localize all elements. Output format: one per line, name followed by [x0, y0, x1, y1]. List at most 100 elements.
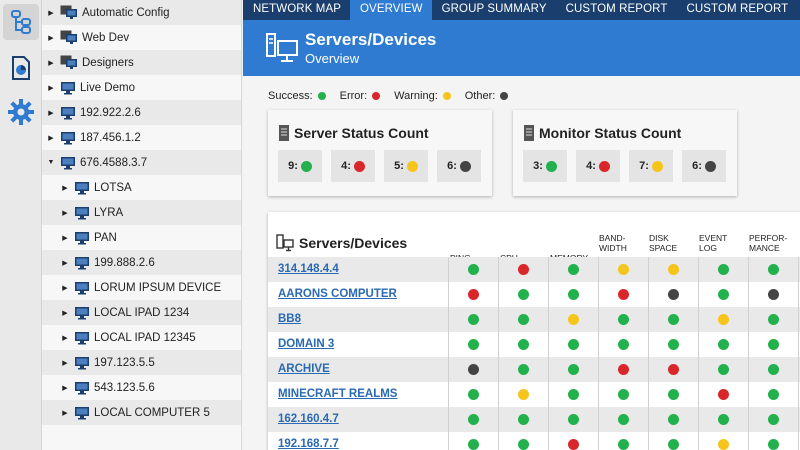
success-count-cell[interactable]: 3: — [523, 150, 567, 182]
tree-item[interactable]: ▶ 192.922.2.6 — [42, 100, 241, 125]
column-header[interactable]: EVENT LOG — [699, 233, 727, 253]
status-dot-icon[interactable] — [618, 389, 629, 400]
device-link[interactable]: MINECRAFT REALMS — [278, 388, 397, 400]
status-dot-icon[interactable] — [568, 389, 579, 400]
status-dot-icon[interactable] — [518, 289, 529, 300]
caret-right-icon[interactable]: ▶ — [46, 134, 56, 142]
other-count-cell[interactable]: 6: — [682, 150, 726, 182]
status-dot-icon[interactable] — [468, 289, 479, 300]
status-dot-icon[interactable] — [768, 314, 779, 325]
tree-item[interactable]: ▶ LOTSA — [42, 175, 241, 200]
caret-right-icon[interactable]: ▶ — [60, 334, 70, 342]
status-dot-icon[interactable] — [768, 339, 779, 350]
status-dot-icon[interactable] — [718, 414, 729, 425]
other-count-cell[interactable]: 6: — [437, 150, 481, 182]
caret-right-icon[interactable]: ▶ — [46, 84, 56, 92]
caret-right-icon[interactable]: ▶ — [46, 34, 56, 42]
nav-tab[interactable]: NETWORK MAP — [243, 0, 350, 20]
tree-item[interactable]: ▶ LOCAL COMPUTER 5 — [42, 400, 241, 425]
device-link[interactable]: 162.160.4.7 — [278, 413, 339, 425]
caret-right-icon[interactable]: ▶ — [60, 409, 70, 417]
nav-tab[interactable]: OVERVIEW — [350, 0, 432, 20]
tree-item[interactable]: ▶ LYRA — [42, 200, 241, 225]
nav-tab[interactable]: CUSTOM REPORT — [676, 0, 797, 20]
status-dot-icon[interactable] — [618, 439, 629, 450]
caret-right-icon[interactable]: ▶ — [60, 259, 70, 267]
tree-item[interactable]: ▶ 199.888.2.6 — [42, 250, 241, 275]
status-dot-icon[interactable] — [718, 439, 729, 450]
success-count-cell[interactable]: 9: — [278, 150, 322, 182]
caret-right-icon[interactable]: ▶ — [60, 284, 70, 292]
status-dot-icon[interactable] — [568, 364, 579, 375]
tree-item[interactable]: ▶ Automatic Config — [42, 0, 241, 25]
device-link[interactable]: 192.168.7.7 — [278, 438, 339, 450]
status-dot-icon[interactable] — [718, 339, 729, 350]
caret-right-icon[interactable]: ▶ — [60, 384, 70, 392]
caret-right-icon[interactable]: ▶ — [60, 309, 70, 317]
status-dot-icon[interactable] — [618, 314, 629, 325]
status-dot-icon[interactable] — [668, 364, 679, 375]
status-dot-icon[interactable] — [468, 389, 479, 400]
caret-right-icon[interactable]: ▶ — [60, 234, 70, 242]
settings-button[interactable] — [3, 94, 39, 130]
report-button[interactable] — [3, 50, 39, 86]
status-dot-icon[interactable] — [518, 414, 529, 425]
column-header[interactable]: BAND- WIDTH — [599, 233, 627, 253]
status-dot-icon[interactable] — [568, 414, 579, 425]
caret-right-icon[interactable]: ▶ — [46, 59, 56, 67]
caret-right-icon[interactable]: ▶ — [60, 184, 70, 192]
status-dot-icon[interactable] — [468, 314, 479, 325]
tree-item[interactable]: ▶ Live Demo — [42, 75, 241, 100]
warning-count-cell[interactable]: 7: — [629, 150, 673, 182]
warning-count-cell[interactable]: 5: — [384, 150, 428, 182]
status-dot-icon[interactable] — [768, 264, 779, 275]
status-dot-icon[interactable] — [718, 264, 729, 275]
status-dot-icon[interactable] — [768, 414, 779, 425]
status-dot-icon[interactable] — [568, 439, 579, 450]
tree-item[interactable]: ▶ LOCAL IPAD 1234 — [42, 300, 241, 325]
status-dot-icon[interactable] — [518, 339, 529, 350]
status-dot-icon[interactable] — [768, 439, 779, 450]
nav-tab[interactable]: CUSTOM REPORT — [556, 0, 677, 20]
status-dot-icon[interactable] — [618, 264, 629, 275]
status-dot-icon[interactable] — [668, 314, 679, 325]
status-dot-icon[interactable] — [668, 339, 679, 350]
tree-item[interactable]: ▶ LOCAL IPAD 12345 — [42, 325, 241, 350]
tree-item[interactable]: ▶ Designers — [42, 50, 241, 75]
tree-item[interactable]: ▶ 543.123.5.6 — [42, 375, 241, 400]
device-link[interactable]: BB8 — [278, 313, 301, 325]
status-dot-icon[interactable] — [468, 264, 479, 275]
device-link[interactable]: 314.148.4.4 — [278, 263, 339, 275]
caret-right-icon[interactable]: ▶ — [46, 9, 56, 17]
device-link[interactable]: ARCHIVE — [278, 363, 330, 375]
status-dot-icon[interactable] — [618, 364, 629, 375]
column-header[interactable]: DISK SPACE — [649, 233, 677, 253]
tree-view-button[interactable] — [3, 4, 39, 40]
tree-item[interactable]: ▼ 676.4588.3.7 — [42, 150, 241, 175]
error-count-cell[interactable]: 4: — [331, 150, 375, 182]
status-dot-icon[interactable] — [768, 289, 779, 300]
status-dot-icon[interactable] — [768, 364, 779, 375]
status-dot-icon[interactable] — [768, 389, 779, 400]
status-dot-icon[interactable] — [568, 289, 579, 300]
status-dot-icon[interactable] — [518, 264, 529, 275]
device-link[interactable]: AARONS COMPUTER — [278, 288, 397, 300]
status-dot-icon[interactable] — [718, 289, 729, 300]
tree-item[interactable]: ▶ LORUM IPSUM DEVICE — [42, 275, 241, 300]
status-dot-icon[interactable] — [468, 414, 479, 425]
device-link[interactable]: DOMAIN 3 — [278, 338, 334, 350]
status-dot-icon[interactable] — [718, 314, 729, 325]
status-dot-icon[interactable] — [718, 389, 729, 400]
status-dot-icon[interactable] — [668, 439, 679, 450]
status-dot-icon[interactable] — [518, 364, 529, 375]
status-dot-icon[interactable] — [618, 339, 629, 350]
status-dot-icon[interactable] — [518, 314, 529, 325]
status-dot-icon[interactable] — [568, 314, 579, 325]
status-dot-icon[interactable] — [468, 339, 479, 350]
status-dot-icon[interactable] — [468, 439, 479, 450]
status-dot-icon[interactable] — [668, 414, 679, 425]
status-dot-icon[interactable] — [618, 289, 629, 300]
caret-right-icon[interactable]: ▶ — [60, 359, 70, 367]
status-dot-icon[interactable] — [668, 264, 679, 275]
status-dot-icon[interactable] — [668, 389, 679, 400]
